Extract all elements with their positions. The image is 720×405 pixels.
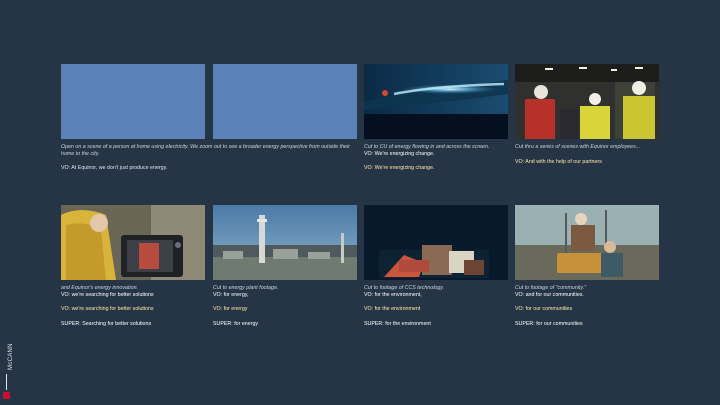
caption-frame-1: Open on a scene of a person at home usin… [61, 144, 356, 172]
storyboard-frame-3-energy-flow [364, 64, 508, 139]
scene-description: Cut thru a series of scenes with Equinor… [515, 144, 641, 150]
storyboard-frame-4-employees [515, 64, 659, 139]
voiceover-line: VO: And with the help of our partners [515, 158, 602, 165]
storyboard-frame-2 [213, 64, 357, 139]
voiceover-line: VO: for energy [213, 306, 248, 313]
scene-description: Cut to energy plant footage. [213, 285, 279, 291]
caption-frame-5: and Equinor's energy innovation. VO: we'… [61, 285, 211, 327]
super-line: SUPER: for the environment [364, 320, 431, 327]
caption-frame-6: Cut to energy plant footage. VO: for ene… [213, 285, 363, 327]
scene-description: Open on a scene of a person at home usin… [61, 144, 350, 157]
storyboard-frame-6-energy-plant [213, 205, 357, 280]
storyboard-frame-7-ccs [364, 205, 508, 280]
super-line: SUPER: Searching for better solutions [61, 320, 152, 327]
storyboard-frame-1 [61, 64, 205, 139]
voiceover-line: VO: We're energizing change. [364, 165, 435, 172]
voiceover-line: VO: At Equinor, we don't just produce en… [61, 165, 168, 172]
voiceover-inline: VO: for the environment, [364, 291, 422, 298]
logo-divider [6, 374, 7, 390]
caption-frame-4: Cut thru a series of scenes with Equinor… [515, 144, 665, 165]
voiceover-line: VO: for our communities [515, 306, 573, 313]
voiceover-inline: VO: and for our communities. [515, 291, 584, 298]
storyboard-frame-5-innovation [61, 205, 205, 280]
voiceover-line: VO: we're searching for better solutions [61, 306, 154, 313]
caption-frame-7: Cut to footage of CCS technology. VO: fo… [364, 285, 514, 327]
scene-description: Cut to footage of "community." [515, 285, 587, 291]
agency-logo: McCANN [3, 330, 15, 400]
voiceover-inline: VO: We're energizing change. [364, 150, 435, 157]
logo-mark-icon [3, 392, 10, 399]
voiceover-inline: VO: for energy, [213, 291, 249, 298]
voiceover-line: VO: for the environment [364, 306, 421, 313]
caption-frame-8: Cut to footage of "community." VO: and f… [515, 285, 665, 327]
storyboard-frame-8-community [515, 205, 659, 280]
super-line: SUPER: for energy [213, 320, 259, 327]
caption-frame-3: Cut to CU of energy flowing in and acros… [364, 144, 514, 172]
brand-name: McCANN [8, 343, 14, 370]
super-line: SUPER: for our communities [515, 320, 583, 327]
scene-description: Cut to CU of energy flowing in and acros… [364, 144, 490, 150]
scene-description: Cut to footage of CCS technology. [364, 285, 444, 291]
voiceover-inline: VO: we're searching for better solutions [61, 291, 154, 298]
scene-description: and Equinor's energy innovation. [61, 285, 138, 291]
